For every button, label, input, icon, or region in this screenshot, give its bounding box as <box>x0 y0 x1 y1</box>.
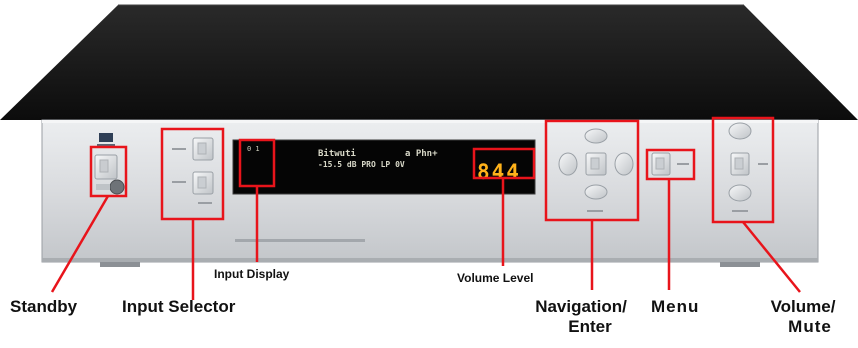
menu-button[interactable] <box>651 152 671 176</box>
nav-left-button[interactable] <box>558 152 578 176</box>
product-diagram: 0 1 Bitwuti a Phn+ -15.5 dB PRO LP 0V 84… <box>0 4 858 300</box>
input-down-button[interactable] <box>192 171 214 195</box>
chassis-top <box>0 5 858 120</box>
foot-right <box>720 262 760 267</box>
label-navigation-line1: Navigation/ <box>535 297 627 316</box>
label-navigation: Navigation/ Enter <box>506 297 656 336</box>
label-volume-level: Volume Level <box>457 271 534 285</box>
nav-right-button[interactable] <box>614 152 634 176</box>
label-menu: Menu <box>651 297 700 316</box>
label-input-display: Input Display <box>214 267 290 281</box>
display-line1-right: a Phn+ <box>405 149 438 159</box>
standby-led-icon <box>109 179 125 195</box>
label-volume-line2: Mute <box>788 316 832 336</box>
input-up-button[interactable] <box>192 137 214 161</box>
brand-logo <box>97 133 115 147</box>
display-line1-left: Bitwuti <box>318 148 357 159</box>
input-display-digit: 0 1 <box>247 145 260 153</box>
volume-readout: 844 <box>477 160 521 184</box>
nav-down-button[interactable] <box>584 184 608 200</box>
display-line2: -15.5 dB PRO LP 0V <box>318 160 405 169</box>
label-volume-mute: Volume/ Mute <box>758 297 848 336</box>
mute-button[interactable] <box>730 152 750 176</box>
nav-up-button[interactable] <box>584 128 608 144</box>
diagram-stage: 0 1 Bitwuti a Phn+ -15.5 dB PRO LP 0V 84… <box>0 0 858 343</box>
label-input-selector: Input Selector <box>122 297 236 316</box>
standby-button[interactable] <box>94 154 118 180</box>
model-text-strip <box>235 239 365 242</box>
volume-up-button[interactable] <box>728 122 752 140</box>
label-standby: Standby <box>10 297 78 316</box>
label-navigation-line2: Enter <box>568 316 612 336</box>
foot-left <box>100 262 140 267</box>
label-volume-line1: Volume/ <box>770 297 836 316</box>
volume-down-button[interactable] <box>728 184 752 202</box>
